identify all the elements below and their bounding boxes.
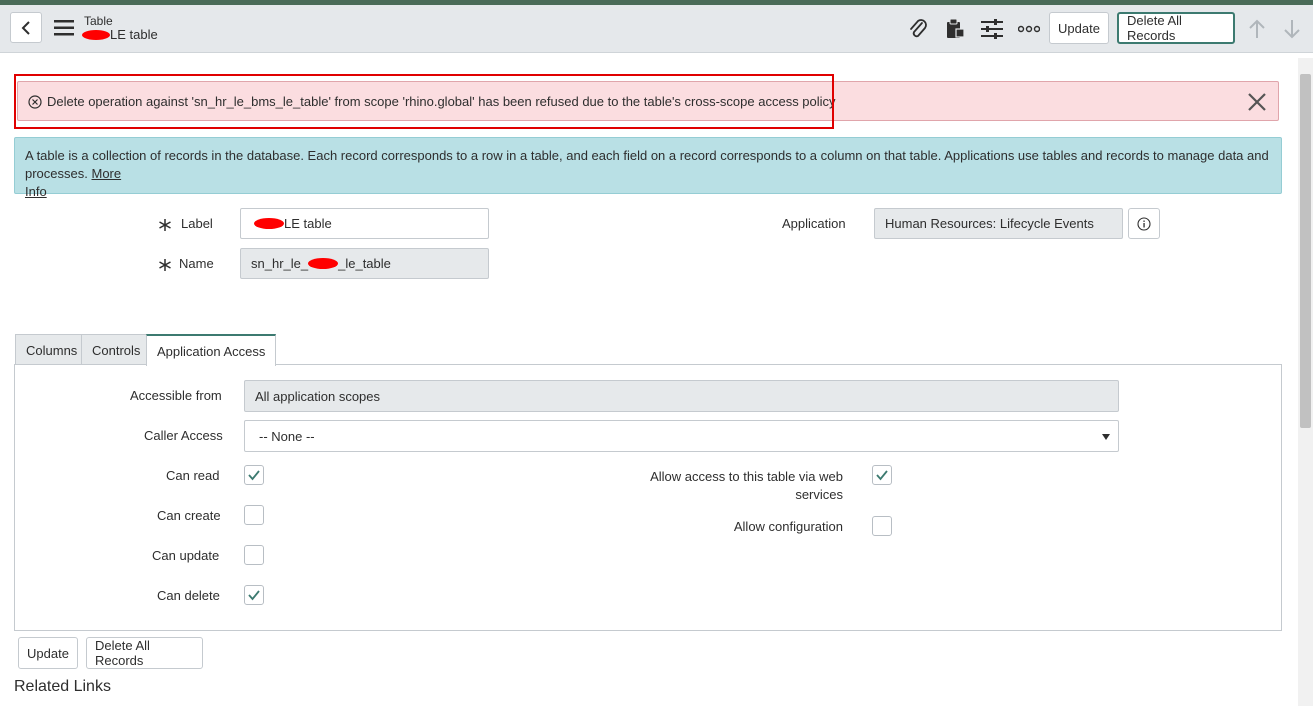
can-create-checkbox[interactable] xyxy=(244,505,264,525)
can-delete-checkbox[interactable] xyxy=(244,585,264,605)
allow-configuration-label: Allow configuration xyxy=(733,519,843,534)
can-update-label: Can update xyxy=(152,548,220,563)
tab-columns[interactable]: Columns xyxy=(15,334,89,365)
application-input: Human Resources: Lifecycle Events xyxy=(874,208,1123,239)
name-input-prefix: sn_hr_le_ xyxy=(251,256,309,271)
can-update-checkbox[interactable] xyxy=(244,545,264,565)
application-info-button[interactable] xyxy=(1128,208,1160,239)
checkmark-icon xyxy=(248,590,260,601)
required-icon xyxy=(159,259,171,271)
tab-application-access[interactable]: Application Access xyxy=(146,334,277,366)
required-icon xyxy=(159,219,171,231)
error-message-banner: Delete operation against 'sn_hr_le_bms_l… xyxy=(17,81,1279,121)
redaction-mark xyxy=(254,218,284,229)
redaction-mark xyxy=(308,258,339,269)
can-read-checkbox[interactable] xyxy=(244,465,264,485)
menu-icon[interactable] xyxy=(54,20,74,36)
record-display-value: LE table xyxy=(82,27,158,42)
label-field-label: Label xyxy=(181,216,213,231)
can-read-label: Can read xyxy=(166,468,220,483)
dropdown-caret-icon xyxy=(1102,434,1110,440)
label-input-text: LE table xyxy=(284,216,332,231)
web-services-label-line1: Allow access to this table via web xyxy=(650,469,843,484)
update-button[interactable]: Update xyxy=(1049,12,1109,44)
application-field-label: Application xyxy=(782,216,846,231)
back-icon xyxy=(21,20,30,35)
sliders-icon[interactable] xyxy=(981,19,1003,39)
accessible-from-input: All application scopes xyxy=(244,380,1119,412)
arrow-down-icon[interactable] xyxy=(1283,19,1301,39)
error-circle-icon xyxy=(28,95,42,109)
footer-update-button[interactable]: Update xyxy=(18,637,78,669)
related-links-heading: Related Links xyxy=(14,678,111,695)
record-type-title: Table xyxy=(84,14,113,28)
info-text: A table is a collection of records in th… xyxy=(25,148,1269,181)
caller-access-select[interactable]: -- None -- xyxy=(244,420,1119,452)
accessible-from-label: Accessible from xyxy=(130,388,222,403)
footer-delete-all-records-button[interactable]: Delete All Records xyxy=(86,637,203,669)
tab-controls[interactable]: Controls xyxy=(81,334,152,365)
name-input-suffix: _le_table xyxy=(338,256,391,271)
more-icon[interactable] xyxy=(1018,25,1040,33)
back-button[interactable] xyxy=(10,12,42,43)
web-services-label: Allow access to this table via web servi… xyxy=(650,468,843,504)
allow-configuration-checkbox[interactable] xyxy=(872,516,892,536)
web-services-checkbox[interactable] xyxy=(872,465,892,485)
info-icon xyxy=(1137,216,1151,231)
paperclip-icon[interactable] xyxy=(908,18,928,40)
label-input[interactable]: LE table xyxy=(240,208,489,239)
close-icon[interactable] xyxy=(1247,92,1267,112)
redaction-mark xyxy=(82,29,110,40)
info-banner: A table is a collection of records in th… xyxy=(14,137,1282,199)
name-field-label: Name xyxy=(179,256,214,271)
error-message-text: Delete operation against 'sn_hr_le_bms_l… xyxy=(47,94,836,109)
clipboard-icon[interactable] xyxy=(945,18,965,40)
arrow-up-icon[interactable] xyxy=(1248,19,1266,39)
name-input: sn_hr_le_ _le_table xyxy=(240,248,489,279)
can-create-label: Can create xyxy=(157,508,221,523)
checkmark-icon xyxy=(248,470,260,481)
record-name-text: LE table xyxy=(110,27,158,42)
checkmark-icon xyxy=(876,470,888,481)
caller-access-label: Caller Access xyxy=(144,428,223,443)
can-delete-label: Can delete xyxy=(157,588,220,603)
scrollbar-thumb[interactable] xyxy=(1300,74,1311,428)
caller-access-value: -- None -- xyxy=(259,428,315,444)
web-services-label-line2: services xyxy=(795,487,843,502)
form-header: Table LE table Update Delete All Records xyxy=(0,5,1313,53)
delete-all-records-button[interactable]: Delete All Records xyxy=(1117,12,1235,44)
